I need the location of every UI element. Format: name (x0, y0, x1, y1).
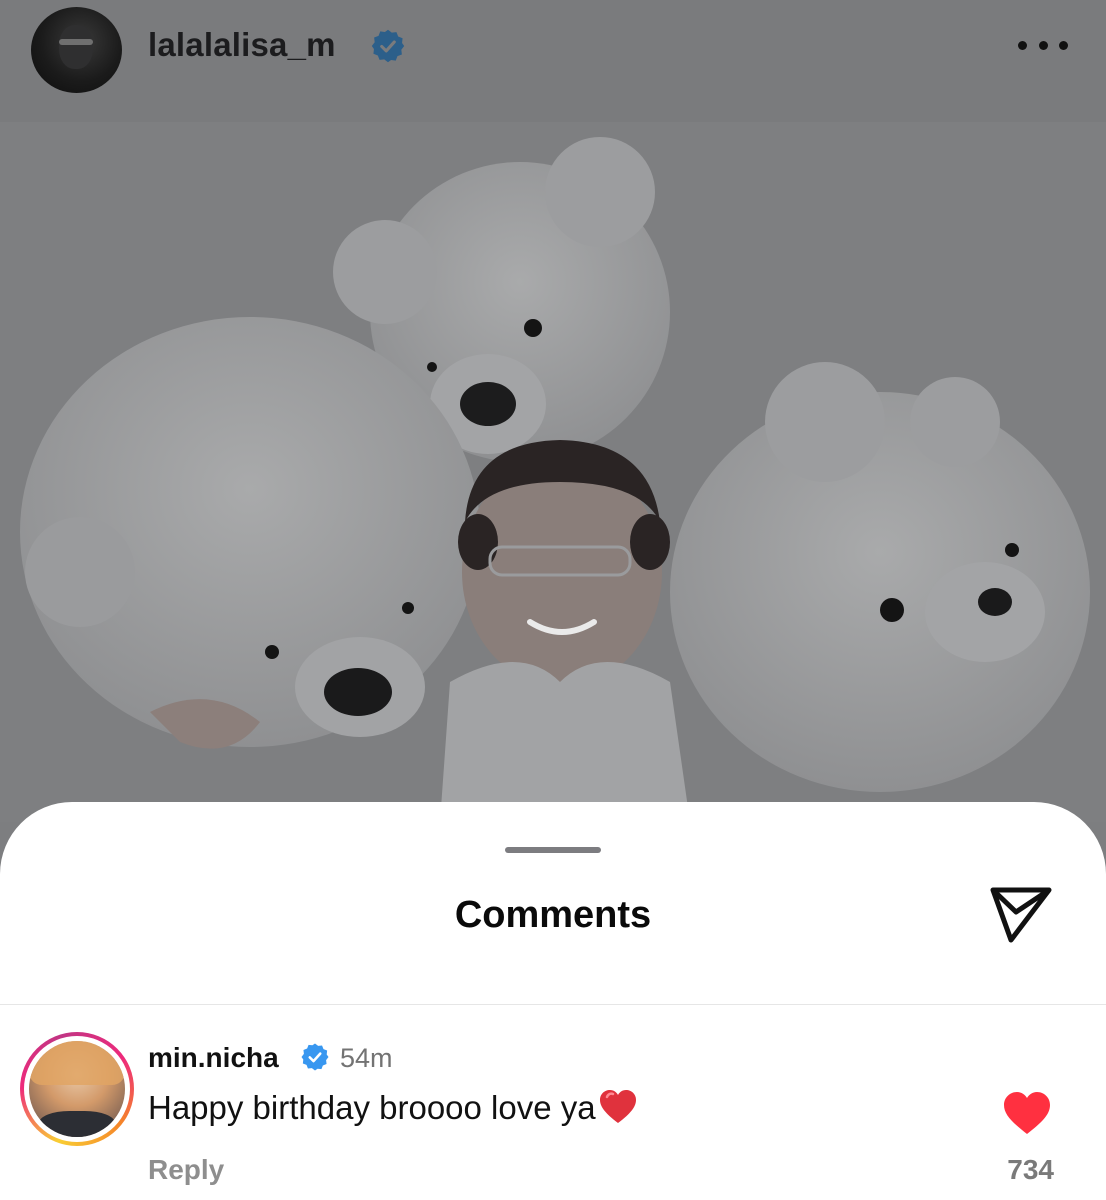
like-count: 734 (1007, 1154, 1054, 1185)
send-icon[interactable] (986, 882, 1056, 948)
comment-body: Happy birthday broooo love ya (148, 1089, 596, 1126)
teddy-bears-illustration (0, 122, 1106, 822)
avatar-collar (39, 1111, 115, 1137)
post-header: lalalalisa_m (0, 0, 1106, 122)
avatar-hair (29, 1041, 125, 1085)
avatar-face (59, 25, 93, 69)
post-author-username[interactable]: lalalalisa_m (148, 26, 336, 64)
commenter-username[interactable]: min.nicha (148, 1042, 279, 1074)
post-author-avatar[interactable] (31, 7, 122, 93)
comment-timestamp: 54m (340, 1043, 393, 1073)
avatar-mask (59, 39, 93, 45)
commenter-avatar-ring[interactable] (20, 1032, 134, 1146)
red-heart-emoji-icon (599, 1090, 636, 1123)
verified-badge-icon (301, 1043, 329, 1071)
more-options-icon[interactable] (1018, 38, 1068, 52)
comments-sheet: Comments min.nicha 54m Happy birthday br… (0, 802, 1106, 1200)
verified-badge-icon (371, 29, 405, 63)
sheet-drag-handle[interactable] (505, 847, 601, 853)
comments-title: Comments (454, 894, 652, 936)
post-photo (0, 122, 1106, 822)
like-heart-icon[interactable] (1002, 1090, 1052, 1136)
reply-button[interactable]: Reply (148, 1154, 224, 1186)
sheet-divider (0, 1004, 1106, 1005)
commenter-avatar (29, 1041, 125, 1137)
comment-text: Happy birthday broooo love ya (148, 1089, 638, 1127)
